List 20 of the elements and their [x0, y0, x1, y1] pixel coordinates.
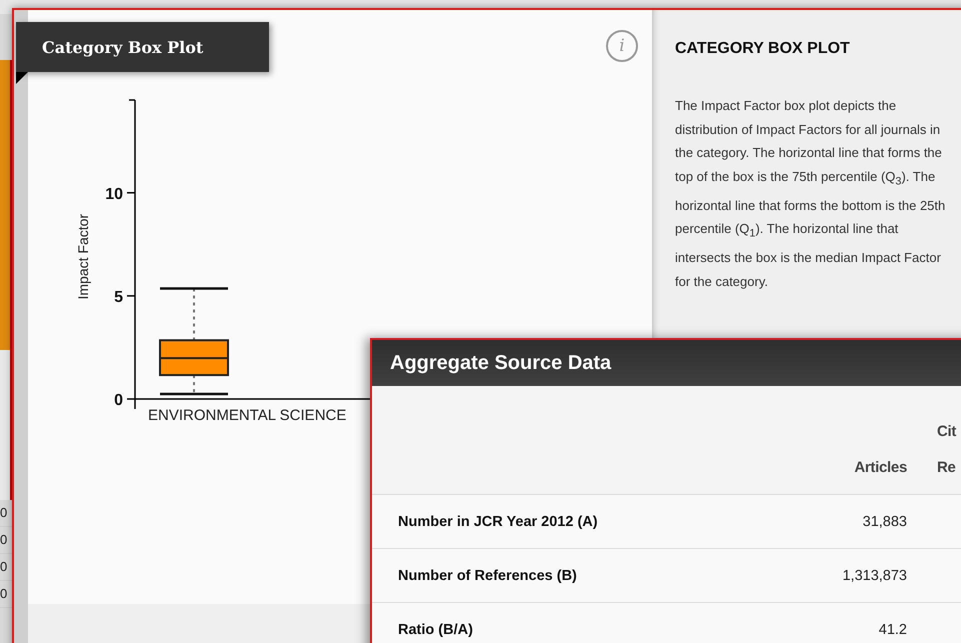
table-cell: 31,883 — [772, 495, 907, 549]
info-text: The Impact Factor box plot depicts the distribution of Impact Factors for all journals in the category. The horizontal line that forms the top of the box is the 75th percentile (Q$_{3}$). The horizontal line that forms the bottom is the 25th percentile (Q$_{1}$). The horizontal line that intersects the box is the median Impact Factor for the category. — [675, 97, 946, 291]
y-tick-label: 10 — [105, 186, 123, 203]
y-tick-label: 5 — [114, 288, 123, 306]
row-label: Ratio (B/A) — [372, 603, 772, 643]
column-heading: Re — [937, 459, 956, 476]
column-heading: Articles — [854, 459, 907, 476]
ribbon-fold — [16, 72, 28, 84]
y-tick-label: 0 — [114, 392, 123, 409]
row-label: Number of References (B) — [372, 549, 772, 603]
panel-title: Aggregate Source Data — [372, 340, 961, 386]
info-heading: CATEGORY BOX PLOT — [675, 40, 851, 58]
row-label: Number in JCR Year 2012 (A) — [372, 495, 772, 549]
column-heading: Cit — [937, 423, 956, 440]
table-cell: 41.2 — [772, 603, 907, 643]
table-cell: 1,313,873 — [772, 549, 907, 603]
category-label: ENVIRONMENTAL SCIENCE — [148, 407, 346, 424]
info-button[interactable]: i — [606, 30, 638, 62]
axis-title: Impact Factor — [75, 214, 91, 300]
card-title: Category Box Plot — [16, 22, 269, 72]
